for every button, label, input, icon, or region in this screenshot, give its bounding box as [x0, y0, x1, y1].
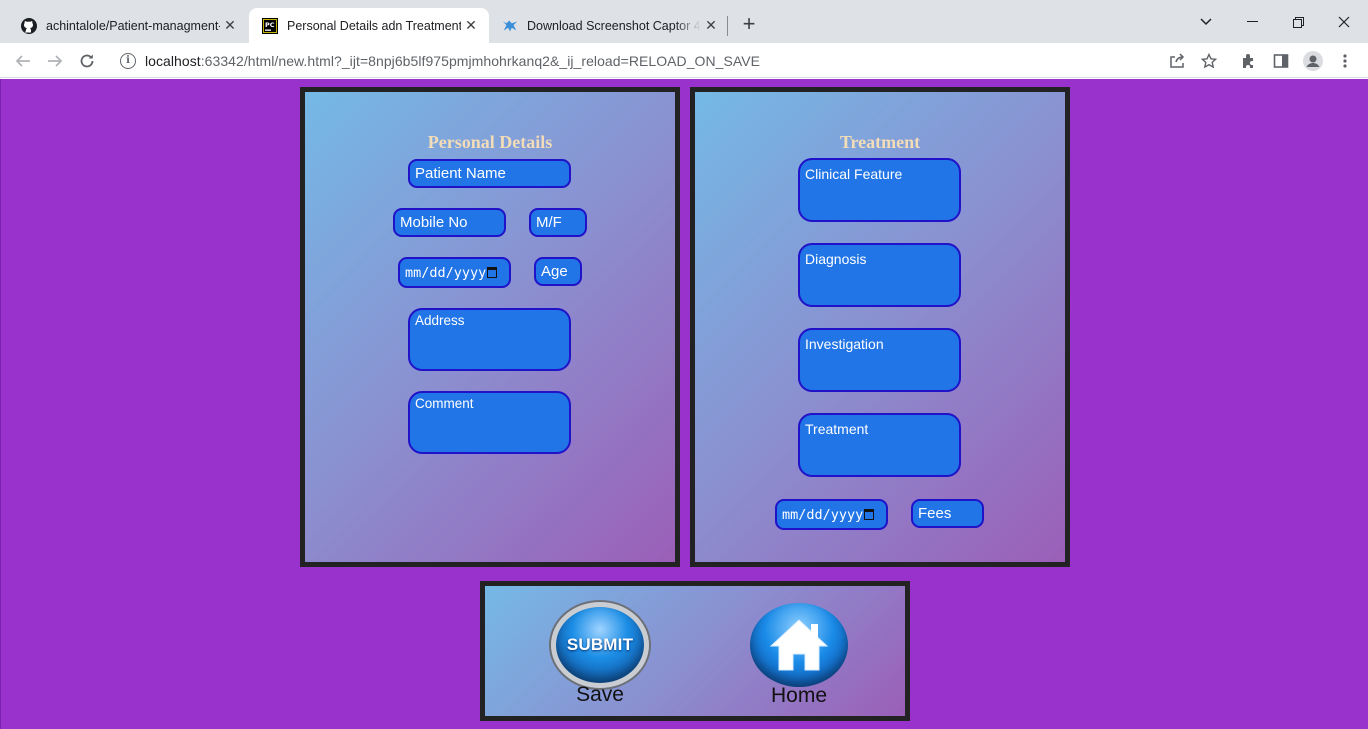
tab-screenshot-captor[interactable]: Download Screenshot Captor 4.3 ✕: [489, 8, 729, 43]
diagnosis-textarea[interactable]: [798, 243, 961, 307]
minimize-icon[interactable]: [1229, 8, 1275, 36]
tab-github[interactable]: achintalole/Patient-managment- ✕: [8, 8, 248, 43]
calendar-icon[interactable]: [487, 267, 498, 278]
github-icon: [21, 17, 37, 34]
restore-icon[interactable]: [1275, 8, 1321, 36]
screenshot-captor-icon: [502, 18, 518, 34]
tab-title: Download Screenshot Captor 4.3: [527, 18, 701, 33]
browser-toolbar: i localhost:63342/html/new.html?_ijt=8np…: [0, 43, 1368, 78]
home-caption: Home: [770, 684, 828, 707]
tab-personal-details[interactable]: PC Personal Details adn Treatment ✕: [249, 8, 489, 43]
tab-title: Personal Details adn Treatment: [287, 18, 461, 33]
personal-date-input[interactable]: mm/dd/yyyy: [398, 257, 511, 288]
reload-icon[interactable]: [73, 47, 101, 75]
close-icon[interactable]: ✕: [220, 16, 240, 36]
close-icon[interactable]: ✕: [701, 16, 721, 36]
submit-button-label: SUBMIT: [566, 635, 634, 654]
investigation-textarea[interactable]: [798, 328, 961, 392]
personal-details-title: Personal Details: [427, 132, 553, 152]
address-bar[interactable]: i localhost:63342/html/new.html?_ijt=8np…: [110, 46, 1200, 75]
kebab-menu-icon[interactable]: [1332, 48, 1358, 74]
tab-title: achintalole/Patient-managment-: [46, 18, 220, 33]
address-textarea[interactable]: [408, 308, 571, 371]
actions-panel: SUBMIT Save Home: [480, 581, 910, 721]
treatment-title: Treatment: [839, 132, 921, 152]
date-placeholder: mm/dd/yyyy: [782, 506, 864, 523]
home-button[interactable]: [750, 603, 848, 687]
pycharm-icon: PC: [262, 17, 278, 34]
forward-icon[interactable]: [41, 47, 69, 75]
new-tab-button[interactable]: +: [737, 12, 761, 36]
svg-text:PC: PC: [265, 21, 275, 29]
patient-name-input[interactable]: [408, 159, 571, 188]
extensions-icon[interactable]: [1236, 48, 1262, 74]
comment-textarea[interactable]: [408, 391, 571, 454]
treatment-date-input[interactable]: mm/dd/yyyy: [775, 499, 888, 530]
age-input[interactable]: [534, 257, 582, 286]
profile-avatar-icon[interactable]: [1300, 48, 1326, 74]
close-icon[interactable]: ✕: [461, 16, 481, 36]
treatment-textarea[interactable]: [798, 413, 961, 477]
side-panel-icon[interactable]: [1268, 48, 1294, 74]
page-body: Personal Details mm/dd/yyyy Treatment mm…: [0, 79, 1368, 729]
browser-tab-strip: achintalole/Patient-managment- ✕ PC Pers…: [0, 0, 1368, 43]
clinical-feature-textarea[interactable]: [798, 158, 961, 222]
mobile-number-input[interactable]: [393, 208, 506, 237]
tab-separator: [727, 16, 728, 36]
close-window-icon[interactable]: [1321, 8, 1367, 36]
calendar-icon[interactable]: [864, 509, 875, 520]
submit-button[interactable]: SUBMIT: [551, 602, 649, 688]
fees-input[interactable]: [911, 499, 984, 528]
save-caption: Save: [576, 683, 624, 706]
home-icon: [769, 619, 829, 671]
personal-details-panel: Personal Details mm/dd/yyyy: [300, 87, 680, 567]
share-icon[interactable]: [1164, 48, 1190, 74]
tab-search-icon[interactable]: [1183, 8, 1229, 36]
bookmark-star-icon[interactable]: [1196, 48, 1222, 74]
site-info-icon[interactable]: i: [120, 52, 136, 69]
back-icon[interactable]: [9, 47, 37, 75]
url-text: localhost:63342/html/new.html?_ijt=8npj6…: [145, 52, 760, 69]
treatment-panel: Treatment mm/dd/yyyy: [690, 87, 1070, 567]
gender-input[interactable]: [529, 208, 587, 237]
date-placeholder: mm/dd/yyyy: [405, 264, 487, 281]
